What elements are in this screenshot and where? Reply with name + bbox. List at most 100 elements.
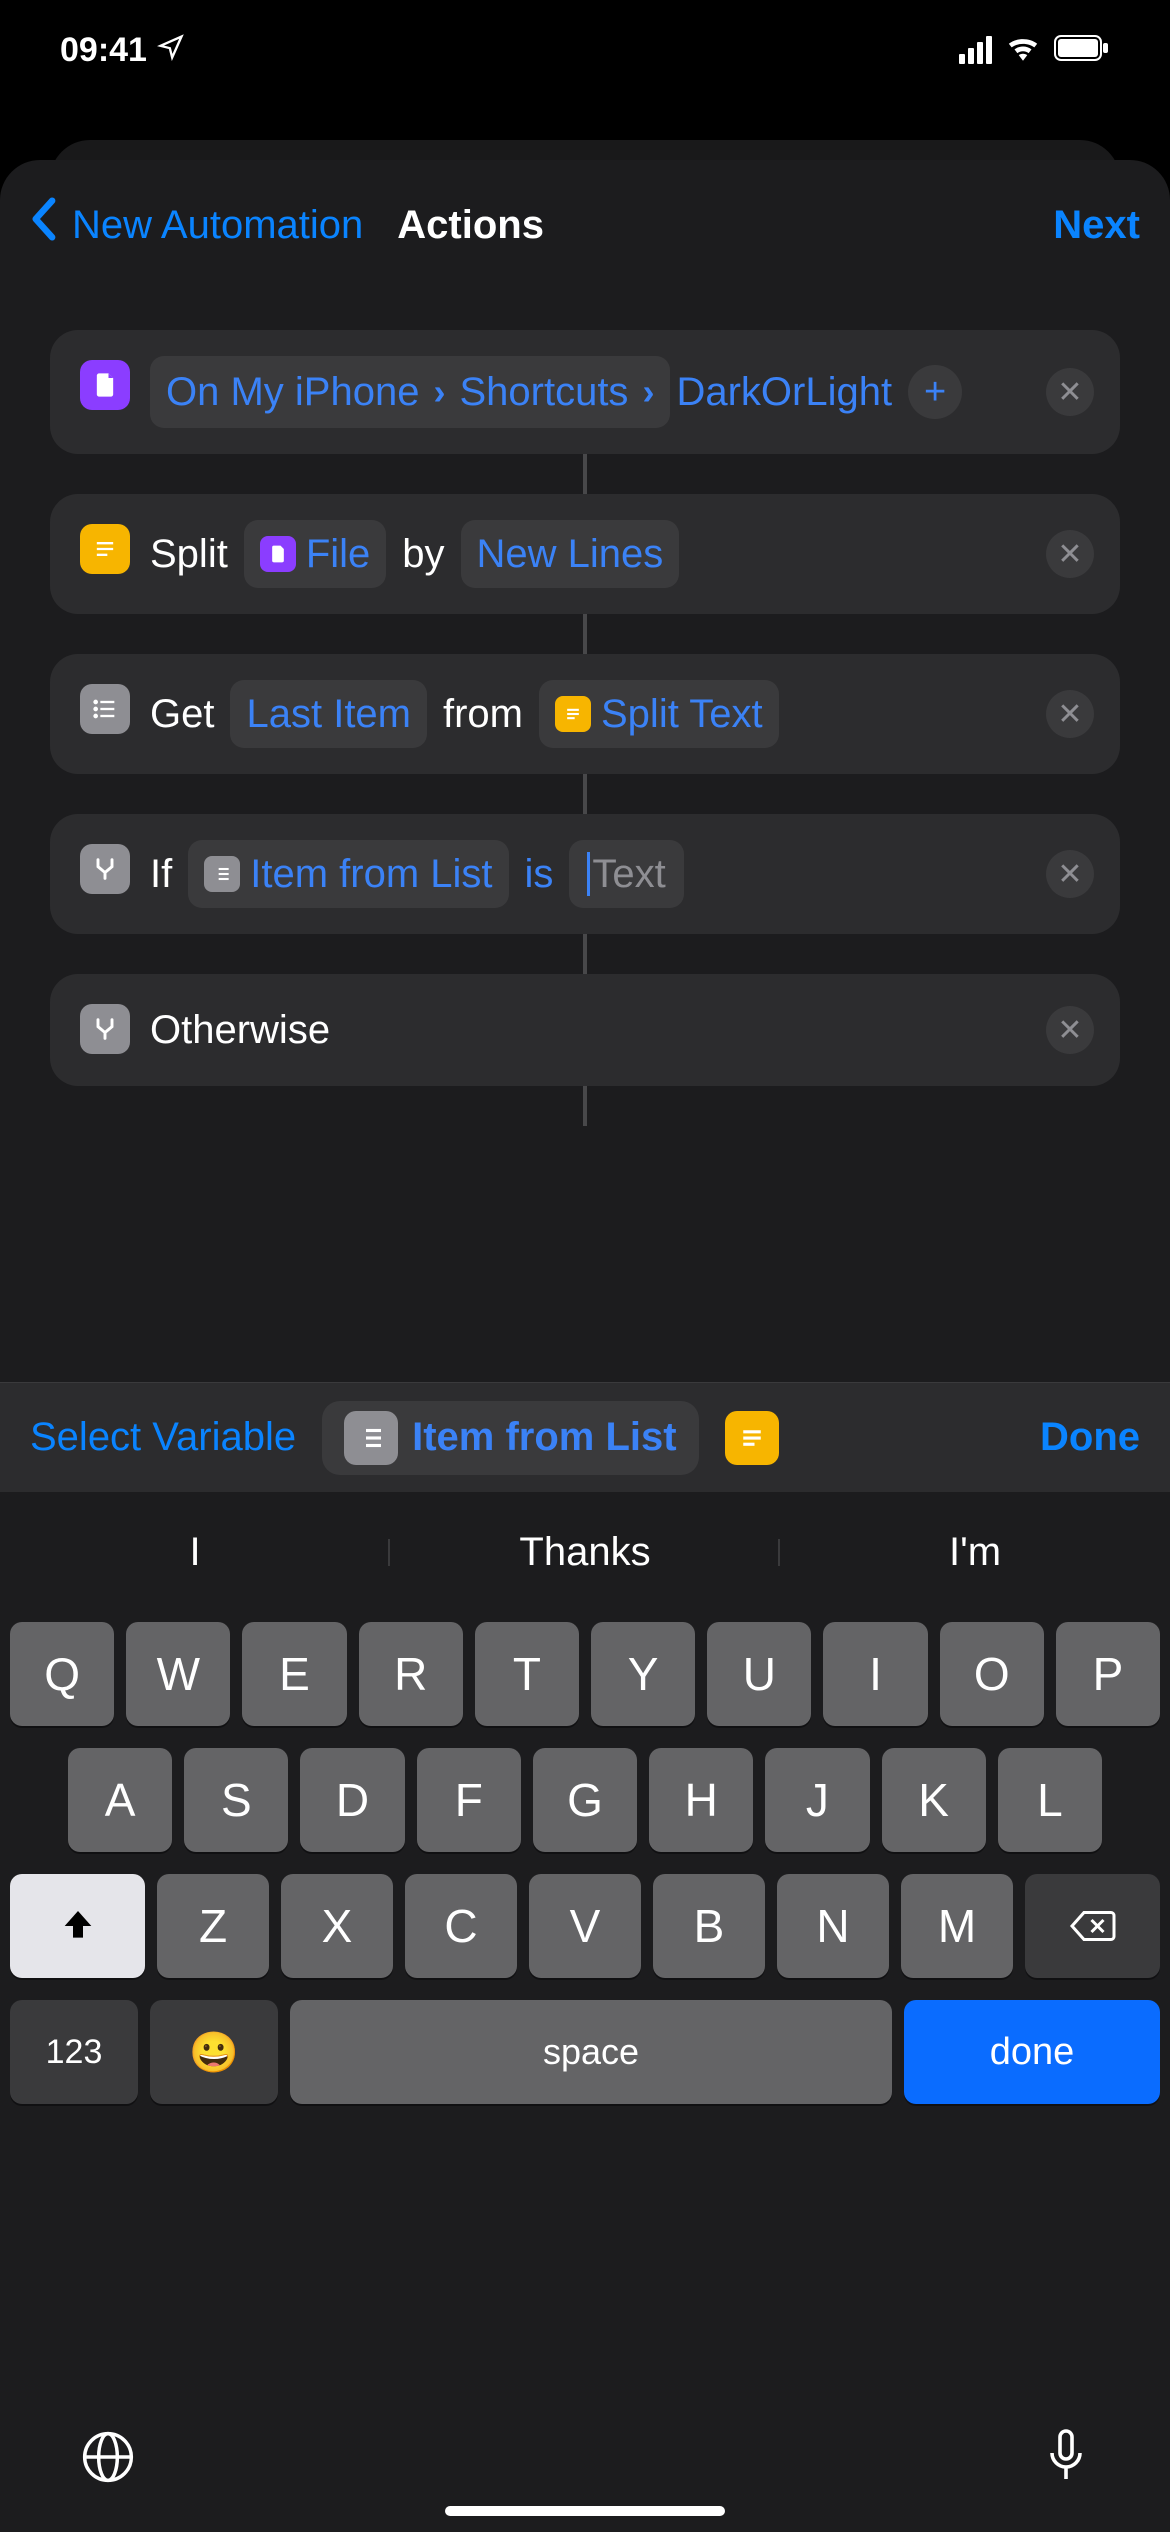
connector-line: [583, 454, 587, 494]
key-s[interactable]: S: [184, 1748, 288, 1852]
action-split-text[interactable]: Split File by New Lines ✕: [50, 494, 1120, 614]
key-a[interactable]: A: [68, 1748, 172, 1852]
variable-toolbar: Select Variable Item from List Done: [0, 1382, 1170, 1492]
done-key[interactable]: done: [904, 2000, 1160, 2104]
shift-key[interactable]: [10, 1874, 145, 1978]
back-chevron-icon[interactable]: [30, 197, 56, 253]
globe-icon[interactable]: [80, 2429, 136, 2490]
variable-suggestion-chip[interactable]: Item from List: [322, 1401, 698, 1475]
back-button-label[interactable]: New Automation: [72, 203, 363, 248]
file-variable-token[interactable]: File: [244, 520, 386, 588]
key-row-1: Q W E R T Y U I O P: [10, 1622, 1160, 1726]
wifi-icon: [1006, 31, 1040, 70]
toolbar-done-button[interactable]: Done: [1040, 1415, 1140, 1460]
chevron-right-icon: ›: [433, 365, 445, 419]
variable-suggestion-text-icon[interactable]: [725, 1411, 779, 1465]
delete-action-button[interactable]: ✕: [1046, 850, 1094, 898]
page-title: Actions: [397, 203, 544, 248]
action-if[interactable]: If Item from List is Text ✕: [50, 814, 1120, 934]
split-text-variable-token[interactable]: Split Text: [539, 680, 779, 748]
emoji-key[interactable]: 😀: [150, 2000, 278, 2104]
key-i[interactable]: I: [823, 1622, 927, 1726]
connector-line: [583, 934, 587, 974]
key-f[interactable]: F: [417, 1748, 521, 1852]
branch-icon: [80, 844, 130, 894]
branch-icon: [80, 1004, 130, 1054]
select-variable-button[interactable]: Select Variable: [30, 1415, 296, 1460]
connector-line: [583, 774, 587, 814]
action-verb: Get: [150, 684, 214, 744]
action-get-file[interactable]: On My iPhone › Shortcuts › DarkOrLight +…: [50, 330, 1120, 454]
key-x[interactable]: X: [281, 1874, 393, 1978]
file-path-breadcrumb[interactable]: On My iPhone › Shortcuts ›: [150, 356, 670, 428]
key-q[interactable]: Q: [10, 1622, 114, 1726]
delete-action-button[interactable]: ✕: [1046, 368, 1094, 416]
key-y[interactable]: Y: [591, 1622, 695, 1726]
if-variable-token[interactable]: Item from List: [188, 840, 508, 908]
delete-action-button[interactable]: ✕: [1046, 690, 1094, 738]
path-segment: On My iPhone: [166, 362, 419, 422]
key-b[interactable]: B: [653, 1874, 765, 1978]
key-u[interactable]: U: [707, 1622, 811, 1726]
cellular-icon: [959, 36, 992, 64]
chevron-right-icon: ›: [642, 365, 654, 419]
file-icon: [260, 536, 296, 572]
battery-icon: [1054, 31, 1110, 70]
key-row-bottom: 123 😀 space done: [0, 2000, 1170, 2104]
prediction-suggestion[interactable]: I: [0, 1530, 390, 1575]
key-k[interactable]: K: [882, 1748, 986, 1852]
key-z[interactable]: Z: [157, 1874, 269, 1978]
backspace-key[interactable]: [1025, 1874, 1160, 1978]
prediction-suggestion[interactable]: Thanks: [390, 1530, 780, 1575]
connector-line: [583, 1086, 587, 1126]
key-c[interactable]: C: [405, 1874, 517, 1978]
key-h[interactable]: H: [649, 1748, 753, 1852]
action-otherwise[interactable]: Otherwise ✕: [50, 974, 1120, 1086]
delete-action-button[interactable]: ✕: [1046, 1006, 1094, 1054]
next-button[interactable]: Next: [1053, 203, 1140, 248]
text-icon: [80, 524, 130, 574]
if-value-input[interactable]: Text: [569, 840, 683, 908]
nav-bar: New Automation Actions Next: [0, 160, 1170, 290]
from-label: from: [443, 684, 523, 744]
key-e[interactable]: E: [242, 1622, 346, 1726]
keyboard: I Thanks I'm Q W E R T Y U I O P A S D F: [0, 1492, 1170, 2532]
path-segment: Shortcuts: [459, 362, 628, 422]
mic-icon[interactable]: [1042, 2427, 1090, 2492]
list-icon: [344, 1411, 398, 1465]
key-v[interactable]: V: [529, 1874, 641, 1978]
actions-list: On My iPhone › Shortcuts › DarkOrLight +…: [0, 290, 1170, 1126]
key-m[interactable]: M: [901, 1874, 1013, 1978]
text-cursor: [587, 852, 590, 896]
key-r[interactable]: R: [359, 1622, 463, 1726]
action-get-item[interactable]: Get Last Item from Split Text ✕: [50, 654, 1120, 774]
which-item-selector[interactable]: Last Item: [230, 680, 427, 748]
key-p[interactable]: P: [1056, 1622, 1160, 1726]
key-n[interactable]: N: [777, 1874, 889, 1978]
key-g[interactable]: G: [533, 1748, 637, 1852]
automation-sheet: New Automation Actions Next On My iPhone…: [0, 160, 1170, 2532]
if-label: If: [150, 844, 172, 904]
split-mode-selector[interactable]: New Lines: [461, 520, 680, 588]
action-verb: Split: [150, 524, 228, 584]
prediction-suggestion[interactable]: I'm: [780, 1530, 1170, 1575]
by-label: by: [402, 524, 444, 584]
key-t[interactable]: T: [475, 1622, 579, 1726]
home-indicator[interactable]: [445, 2506, 725, 2516]
clock-label: 09:41: [60, 31, 147, 70]
key-w[interactable]: W: [126, 1622, 230, 1726]
key-l[interactable]: L: [998, 1748, 1102, 1852]
key-j[interactable]: J: [765, 1748, 869, 1852]
delete-action-button[interactable]: ✕: [1046, 530, 1094, 578]
numbers-key[interactable]: 123: [10, 2000, 138, 2104]
list-icon: [80, 684, 130, 734]
key-d[interactable]: D: [300, 1748, 404, 1852]
add-path-button[interactable]: +: [908, 365, 962, 419]
file-icon: [80, 360, 130, 410]
space-key[interactable]: space: [290, 2000, 892, 2104]
key-row-3: Z X C V B N M: [10, 1874, 1160, 1978]
key-o[interactable]: O: [940, 1622, 1044, 1726]
list-icon: [204, 856, 240, 892]
filename-token[interactable]: DarkOrLight: [676, 362, 892, 422]
if-condition-selector[interactable]: is: [525, 844, 554, 904]
